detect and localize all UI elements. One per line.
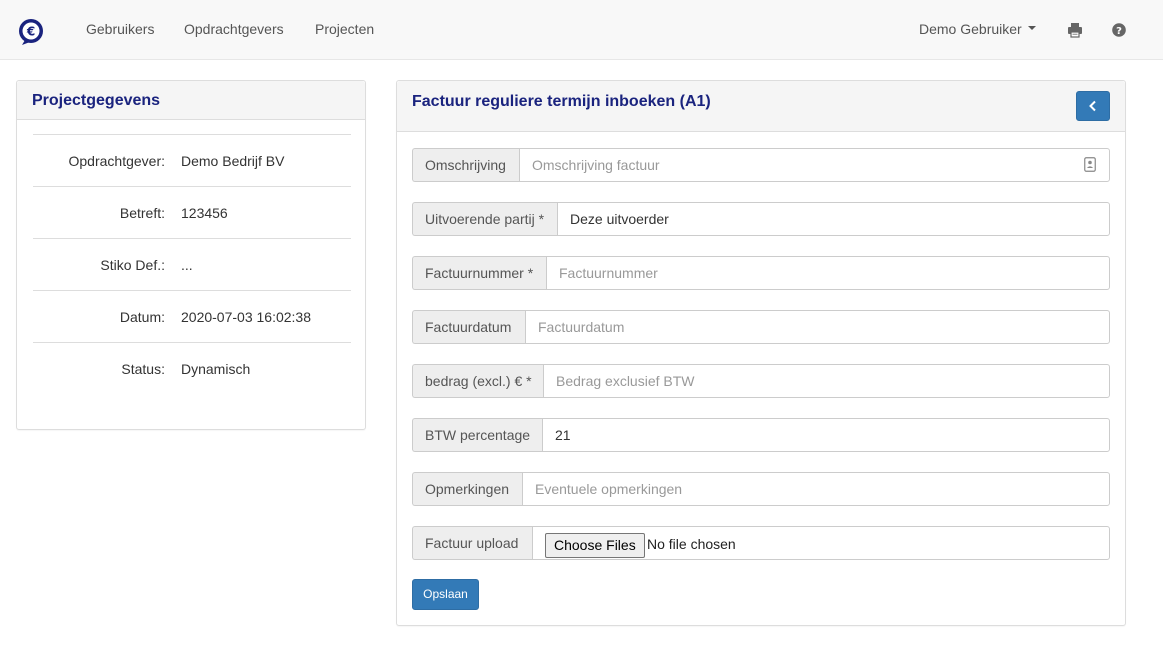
invoice-form-title: Factuur reguliere termijn inboeken (A1) [412, 93, 711, 110]
opmerkingen-label: Opmerkingen [412, 472, 523, 506]
uitvoerende-partij-input[interactable] [557, 202, 1110, 236]
nav-link-projecten[interactable]: Projecten [315, 21, 374, 37]
detail-value: Dynamisch [181, 361, 251, 377]
uitvoerende-partij-group: Uitvoerende partij * [412, 202, 1110, 236]
project-details-heading: Projectgegevens [17, 81, 365, 120]
detail-label: Status: [121, 361, 165, 377]
project-details-panel: Projectgegevens Opdrachtgever: Demo Bedr… [16, 80, 366, 430]
factuurnummer-label: Factuurnummer * [412, 256, 547, 290]
top-navbar: € Gebruikers Opdrachtgevers Projecten De… [0, 0, 1163, 60]
choose-files-button[interactable]: Choose Files [545, 533, 645, 558]
nav-link-gebruikers[interactable]: Gebruikers [86, 21, 154, 37]
caret-down-icon [1027, 26, 1036, 31]
detail-row-stiko-def: Stiko Def.: ... [33, 238, 351, 290]
detail-label: Opdrachtgever: [68, 153, 166, 169]
uitvoerende-partij-label: Uitvoerende partij * [412, 202, 558, 236]
btw-percentage-label: BTW percentage [412, 418, 543, 452]
euro-logo-icon[interactable]: € [18, 18, 44, 46]
invoice-form-heading: Factuur reguliere termijn inboeken (A1) [397, 81, 1125, 132]
factuurdatum-label: Factuurdatum [412, 310, 526, 344]
detail-value: ... [181, 257, 193, 273]
help-icon[interactable]: ? [1111, 22, 1127, 38]
opmerkingen-input[interactable] [522, 472, 1110, 506]
nav-link-opdrachtgevers[interactable]: Opdrachtgevers [184, 21, 284, 37]
factuurdatum-group: Factuurdatum [412, 310, 1110, 344]
detail-row-datum: Datum: 2020-07-03 16:02:38 [33, 290, 351, 342]
file-status-text: No file chosen [647, 536, 736, 552]
btw-percentage-input[interactable] [542, 418, 1110, 452]
factuurdatum-input[interactable] [525, 310, 1110, 344]
back-button[interactable] [1076, 91, 1110, 121]
detail-row-betreft: Betreft: 123456 [33, 186, 351, 238]
contact-card-icon[interactable] [1084, 157, 1096, 172]
bedrag-label: bedrag (excl.) € * [412, 364, 544, 398]
detail-row-opdrachtgever: Opdrachtgever: Demo Bedrijf BV [33, 134, 351, 186]
factuurnummer-input[interactable] [546, 256, 1110, 290]
detail-label: Datum: [119, 309, 165, 325]
save-button[interactable]: Opslaan [412, 579, 479, 610]
factuurnummer-group: Factuurnummer * [412, 256, 1110, 290]
detail-value: 123456 [181, 205, 228, 221]
user-menu-dropdown[interactable]: Demo Gebruiker [919, 21, 1036, 37]
factuur-upload-label: Factuur upload [412, 526, 533, 560]
detail-value: Demo Bedrijf BV [181, 153, 285, 169]
invoice-form-panel: Factuur reguliere termijn inboeken (A1) … [396, 80, 1126, 626]
file-upload-field[interactable]: Choose Files No file chosen [532, 526, 1110, 560]
print-icon[interactable] [1067, 22, 1083, 38]
bedrag-group: bedrag (excl.) € * [412, 364, 1110, 398]
omschrijving-label: Omschrijving [412, 148, 520, 182]
svg-text:?: ? [1116, 26, 1122, 37]
btw-percentage-group: BTW percentage [412, 418, 1110, 452]
detail-label: Betreft: [119, 205, 165, 221]
opmerkingen-group: Opmerkingen [412, 472, 1110, 506]
omschrijving-group: Omschrijving [412, 148, 1110, 182]
detail-label: Stiko Def.: [100, 257, 165, 273]
detail-value: 2020-07-03 16:02:38 [181, 309, 311, 325]
chevron-left-icon [1089, 100, 1096, 112]
user-menu-label: Demo Gebruiker [919, 21, 1022, 37]
detail-row-status: Status: Dynamisch [33, 342, 351, 394]
omschrijving-input[interactable] [519, 148, 1110, 182]
svg-text:€: € [26, 25, 35, 39]
factuur-upload-group: Factuur upload Choose Files No file chos… [412, 526, 1110, 560]
project-details-title: Projectgegevens [32, 92, 161, 109]
bedrag-input[interactable] [543, 364, 1110, 398]
